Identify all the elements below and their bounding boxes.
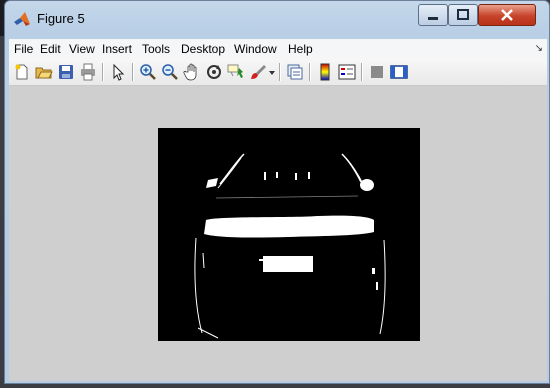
roof-mark (276, 172, 278, 178)
headlight-band (204, 215, 374, 238)
left-mirror-blob (206, 178, 218, 188)
close-icon (501, 9, 513, 21)
binary-image-car (194, 153, 386, 339)
left-body-edge (194, 237, 203, 334)
minimize-button[interactable] (418, 4, 448, 26)
brush-icon[interactable] (249, 63, 267, 81)
toolbar-separator (309, 63, 311, 81)
link-plot-icon[interactable] (286, 63, 304, 81)
toolbar-separator (102, 63, 104, 81)
brush-dropdown-icon[interactable] (268, 69, 276, 77)
menu-view[interactable]: View (69, 42, 95, 56)
maximize-button[interactable] (448, 4, 478, 26)
data-cursor-icon[interactable] (227, 63, 245, 81)
figure-canvas (9, 86, 547, 381)
hide-plot-tools-icon[interactable] (368, 63, 386, 81)
edit-plot-arrow-icon[interactable] (109, 63, 127, 81)
menu-tools[interactable]: Tools (142, 42, 170, 56)
roof-mark (308, 172, 310, 179)
pan-hand-icon[interactable] (183, 63, 201, 81)
toolbar-separator (279, 63, 281, 81)
car-roof-left-edge-2 (217, 157, 242, 189)
image-axes[interactable] (158, 128, 420, 341)
menu-window[interactable]: Window (234, 42, 277, 56)
left-body-edge-2 (202, 252, 205, 269)
rotate-3d-icon[interactable] (205, 63, 223, 81)
open-file-icon[interactable] (35, 63, 53, 81)
menu-desktop[interactable]: Desktop (181, 42, 225, 56)
legend-icon[interactable] (338, 63, 356, 81)
new-figure-icon[interactable] (13, 63, 31, 81)
figure-window: Figure 5 File Edit View Insert Tools Des… (4, 0, 550, 384)
right-body-mark (376, 282, 378, 290)
menu-edit[interactable]: Edit (40, 42, 61, 56)
title-bar[interactable]: Figure 5 (5, 1, 549, 39)
menu-overflow-icon[interactable]: ↘ (535, 43, 543, 54)
zoom-in-icon[interactable] (139, 63, 157, 81)
show-plot-tools-icon[interactable] (390, 63, 408, 81)
figure-toolbar (9, 59, 547, 86)
menu-insert[interactable]: Insert (102, 42, 132, 56)
menu-help[interactable]: Help (288, 42, 313, 56)
zoom-out-icon[interactable] (161, 63, 179, 81)
plate-fleck (259, 259, 263, 261)
roof-mark (295, 173, 297, 180)
right-body-edge (379, 239, 386, 335)
minimize-icon (428, 17, 438, 20)
car-roof-right-edge (341, 153, 362, 183)
toolbar-separator (361, 63, 363, 81)
save-icon[interactable] (57, 63, 75, 81)
figure-client: File Edit View Insert Tools Desktop Wind… (9, 39, 547, 381)
hood-line (215, 195, 359, 199)
right-body-mark (372, 268, 375, 274)
window-title: Figure 5 (37, 11, 85, 26)
bottom-left-corner (197, 327, 219, 339)
menu-file[interactable]: File (14, 42, 33, 56)
maximize-icon (457, 9, 469, 20)
roof-mark (264, 172, 266, 180)
toolbar-separator (132, 63, 134, 81)
print-icon[interactable] (79, 63, 97, 81)
matlab-logo-icon (14, 12, 30, 26)
menu-bar: File Edit View Insert Tools Desktop Wind… (9, 39, 547, 59)
close-button[interactable] (478, 4, 536, 26)
license-plate (263, 256, 313, 272)
colorbar-icon[interactable] (316, 63, 334, 81)
right-mirror-blob (360, 179, 374, 191)
